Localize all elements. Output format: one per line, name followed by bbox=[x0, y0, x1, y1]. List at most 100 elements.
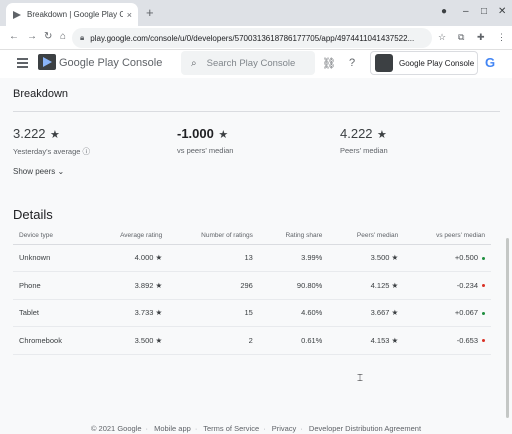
cell-count: 2 bbox=[168, 326, 259, 355]
maximize-icon[interactable]: □ bbox=[481, 6, 487, 17]
minimize-icon[interactable]: – bbox=[463, 6, 469, 17]
scrollbar[interactable] bbox=[506, 238, 509, 418]
table-header-row: Device type Average rating Number of rat… bbox=[13, 228, 491, 245]
app-header: Google Play Console ⌕ Search Play Consol… bbox=[0, 50, 512, 78]
cell-peers: 4.153 ★ bbox=[328, 326, 405, 355]
trend-dot-icon bbox=[482, 311, 485, 315]
vs-value: -0.234 bbox=[456, 280, 478, 290]
metric-value: -1.000 bbox=[177, 126, 214, 141]
cell-share: 4.60% bbox=[258, 299, 329, 327]
col-header-device-type[interactable]: Device type bbox=[13, 228, 92, 245]
lock-icon: 🔒︎ bbox=[80, 33, 85, 42]
cell-average: 3.892 ★ bbox=[91, 271, 169, 300]
footer-link-terms[interactable]: Terms of Service bbox=[203, 424, 259, 433]
footer-link-privacy[interactable]: Privacy bbox=[272, 424, 297, 433]
new-tab-button[interactable]: + bbox=[146, 5, 154, 20]
star-icon: ★ bbox=[155, 253, 163, 263]
footer-link-mobile-app[interactable]: Mobile app bbox=[154, 424, 191, 433]
metric-yesterday-average: 3.222 ★ Yesterday's average ⓘ bbox=[13, 125, 90, 157]
cell-share: 3.99% bbox=[258, 244, 329, 272]
help-icon[interactable]: ? bbox=[349, 57, 355, 69]
cell-average: 3.500 ★ bbox=[91, 326, 169, 355]
star-icon: ★ bbox=[377, 129, 387, 141]
bookmark-star-icon[interactable]: ☆ bbox=[438, 32, 446, 43]
url-text: play.google.com/console/u/0/developers/5… bbox=[90, 33, 415, 43]
cell-peers: 3.667 ★ bbox=[328, 299, 405, 327]
average-value: 3.892 bbox=[134, 280, 154, 290]
cell-device: Phone bbox=[13, 271, 92, 300]
cell-count: 13 bbox=[168, 244, 259, 272]
play-console-favicon-icon bbox=[13, 10, 21, 19]
app-title: Google Play Console bbox=[59, 57, 163, 69]
star-icon: ★ bbox=[155, 308, 163, 318]
star-icon: ★ bbox=[391, 335, 399, 345]
link-icon[interactable]: ⛓ bbox=[322, 57, 336, 70]
main-content: Breakdown 3.222 ★ Yesterday's average ⓘ … bbox=[0, 78, 512, 434]
browser-toolbar: ← → ↻ ⌂ 🔒︎ play.google.com/console/u/0/d… bbox=[0, 26, 512, 50]
metric-value: 4.222 bbox=[340, 126, 373, 141]
reload-icon[interactable]: ↻ bbox=[44, 31, 52, 42]
cell-count: 296 bbox=[168, 271, 259, 300]
browser-tab[interactable]: Breakdown | Google Play Console × bbox=[6, 3, 138, 26]
vs-value: -0.653 bbox=[456, 335, 478, 345]
col-header-vs-peers-median[interactable]: vs peers' median bbox=[404, 228, 491, 245]
vs-value: +0.067 bbox=[454, 308, 478, 318]
extension-icon[interactable]: ⧉ bbox=[458, 32, 464, 43]
hamburger-menu-icon[interactable] bbox=[17, 58, 28, 68]
average-value: 4.000 bbox=[134, 253, 154, 263]
metric-label: vs peers' median bbox=[177, 146, 234, 155]
star-icon: ★ bbox=[50, 129, 60, 141]
details-title: Details bbox=[13, 207, 53, 222]
account-switcher[interactable]: Google Play Console bbox=[370, 51, 478, 75]
show-peers-label: Show peers bbox=[13, 167, 56, 176]
footer: © 2021 Google · Mobile app · Terms of Serv… bbox=[90, 424, 422, 433]
help-circle-icon[interactable]: ⓘ bbox=[83, 147, 91, 156]
puzzle-icon[interactable]: ✚ bbox=[477, 32, 485, 43]
metric-label: Yesterday's average bbox=[13, 147, 81, 156]
col-header-average-rating[interactable]: Average rating bbox=[91, 228, 169, 245]
cell-vs: -0.234 bbox=[404, 271, 491, 300]
search-icon: ⌕ bbox=[191, 57, 197, 69]
col-header-rating-share[interactable]: Rating share bbox=[258, 228, 329, 245]
back-icon[interactable]: ← bbox=[9, 31, 19, 42]
star-icon: ★ bbox=[155, 335, 163, 345]
tab-title: Breakdown | Google Play Console bbox=[27, 10, 123, 19]
col-header-number-of-ratings[interactable]: Number of ratings bbox=[168, 228, 259, 245]
footer-copyright: © 2021 Google bbox=[90, 424, 142, 433]
metric-label: Peers' median bbox=[340, 146, 388, 155]
star-icon: ★ bbox=[391, 280, 399, 290]
kebab-menu-icon[interactable]: ⋮ bbox=[497, 32, 506, 43]
address-bar[interactable]: 🔒︎ play.google.com/console/u/0/developer… bbox=[72, 28, 432, 48]
details-table: Device type Average rating Number of rat… bbox=[13, 228, 491, 355]
average-value: 3.733 bbox=[134, 308, 154, 318]
account-name: Google Play Console bbox=[399, 58, 475, 68]
peers-value: 4.153 bbox=[370, 335, 390, 345]
cell-share: 90.80% bbox=[258, 271, 329, 300]
cell-vs: -0.653 bbox=[404, 326, 491, 355]
tab-close-icon[interactable]: × bbox=[127, 10, 132, 20]
trend-dot-icon bbox=[482, 256, 485, 260]
cell-peers: 3.500 ★ bbox=[328, 244, 405, 272]
google-account-logo[interactable]: G bbox=[485, 55, 495, 70]
forward-icon[interactable]: → bbox=[27, 31, 37, 42]
mouse-cursor-icon: ⌶ bbox=[357, 373, 363, 384]
cell-device: Tablet bbox=[13, 299, 92, 327]
search-placeholder: Search Play Console bbox=[206, 57, 296, 69]
peers-value: 3.500 bbox=[370, 253, 390, 263]
average-value: 3.500 bbox=[134, 335, 154, 345]
cell-count: 15 bbox=[168, 299, 259, 327]
chevron-down-icon: ⌄ bbox=[57, 167, 65, 176]
search-input[interactable]: ⌕ Search Play Console bbox=[181, 51, 315, 75]
close-window-icon[interactable]: ✕ bbox=[498, 6, 506, 17]
cell-average: 4.000 ★ bbox=[91, 244, 169, 272]
record-icon[interactable]: ● bbox=[441, 6, 447, 17]
show-peers-toggle[interactable]: Show peers ⌄ bbox=[13, 167, 64, 176]
cell-vs: +0.067 bbox=[404, 299, 491, 327]
browser-tab-strip: Breakdown | Google Play Console × + ● – … bbox=[0, 0, 512, 26]
footer-link-dda[interactable]: Developer Distribution Agreement bbox=[309, 424, 421, 433]
peers-value: 3.667 bbox=[370, 308, 390, 318]
cell-device: Chromebook bbox=[13, 326, 92, 355]
cell-peers: 4.125 ★ bbox=[328, 271, 405, 300]
home-icon[interactable]: ⌂ bbox=[60, 31, 66, 42]
col-header-peers-median[interactable]: Peers' median bbox=[328, 228, 405, 245]
